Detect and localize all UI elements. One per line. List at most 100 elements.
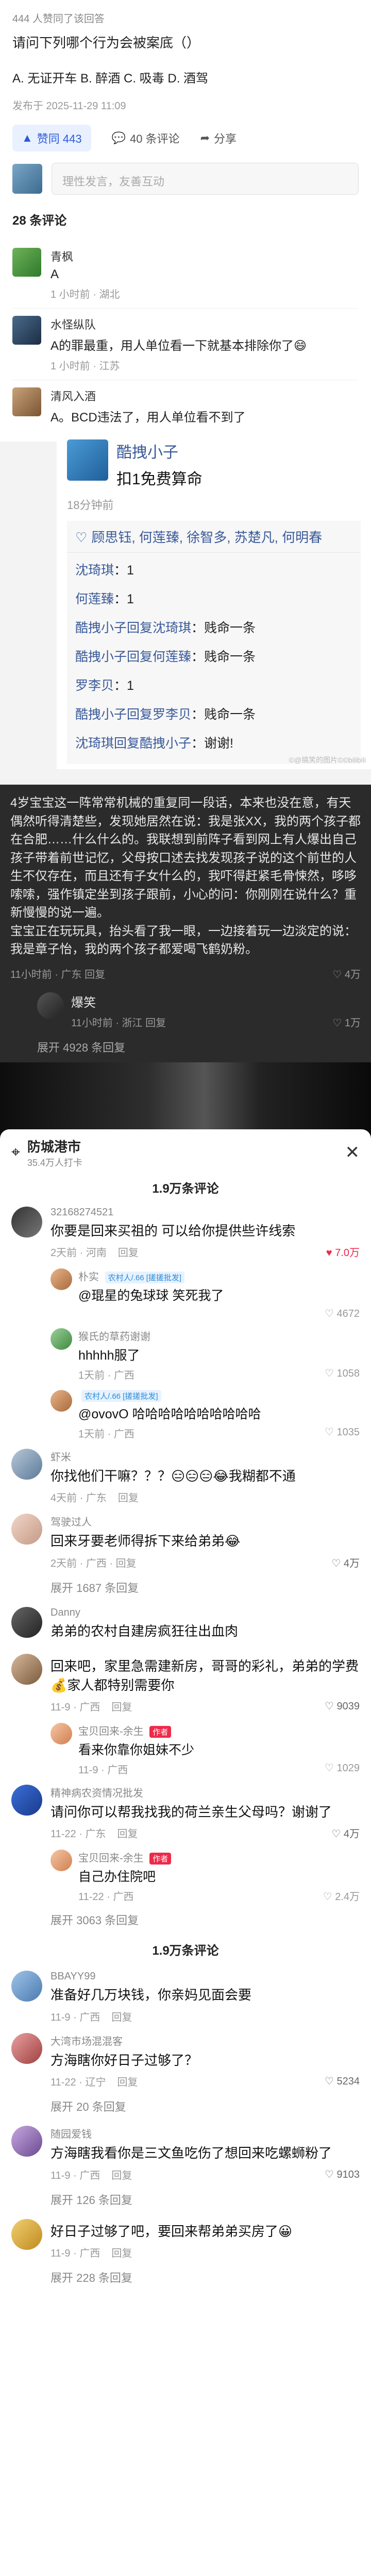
avatar[interactable] [11, 2126, 42, 2157]
like-count[interactable]: ♡ 4672 [325, 1307, 360, 1320]
comment-author[interactable]: 驾驶过人 [50, 1514, 360, 1529]
expand-replies-button[interactable]: 展开 3063 条回复 [50, 1911, 360, 1928]
comment-item: 回来吧，家里急需建新房，哥哥的彩礼，弟弟的学费💰家人都特别需要你 11-9 · … [11, 1654, 360, 1714]
expand-replies-button[interactable]: 展开 4928 条回复 [37, 1039, 361, 1055]
author-tag: 作者 [149, 1853, 172, 1865]
comment-text: A的罪最重，用人单位看一下就基本排除你了😄 [50, 339, 307, 353]
expand-replies-button[interactable]: 展开 20 条回复 [50, 2098, 360, 2114]
reply-line[interactable]: 酷拽小子回复沈琦琪：贱命一条 [75, 613, 352, 641]
comment-input[interactable]: 理性发言，友善互动 [52, 163, 359, 195]
comment-item: 大湾市场混混客 方海瞎你好日子过够了？ 11-22 · 辽宁 回复 ♡ 5234 [11, 2032, 360, 2089]
avatar[interactable] [37, 992, 64, 1019]
avatar[interactable] [11, 2032, 42, 2064]
reply-line[interactable]: 酷拽小子回复何莲臻：贱命一条 [75, 641, 352, 670]
comment-author[interactable]: 精神病农资情况批发 [50, 1785, 360, 1800]
avatar[interactable] [11, 1784, 42, 1816]
user-tag: 农村人/.66 [搓搓批发] [105, 1272, 185, 1284]
avatar[interactable] [12, 387, 41, 416]
expand-replies-button[interactable]: 展开 126 条回复 [50, 2191, 360, 2208]
comment-item: 32168274521 你要是回来买祖的 可以给你提供些许线索 2天前 · 河南… [11, 1206, 360, 1259]
reply-line[interactable]: 何莲臻：1 [75, 584, 352, 613]
dark-comment-post: 4岁宝宝这一阵常常机械的重复同一段话，本来也没在意，有天偶然听得清楚些，发现她居… [0, 785, 371, 1062]
comment-author[interactable]: 清风入酒 [50, 387, 246, 404]
quiz-answer-post: 444 人赞同了该回答 请问下列哪个行为会被案底（） A. 无证开车 B. 醉酒… [0, 0, 371, 442]
reply-line[interactable]: 沈琦琪：1 [75, 555, 352, 584]
avatar[interactable] [50, 1268, 72, 1291]
avatar[interactable] [11, 1971, 42, 2002]
poster-name[interactable]: 酷拽小子 [116, 439, 203, 462]
comment-author[interactable]: 虾米 [50, 1449, 360, 1464]
location-header: ⌖ 防城港市 35.4万人打卡 ✕ [11, 1137, 360, 1169]
reply-button[interactable]: 回复 [85, 969, 105, 980]
comment-button[interactable]: 💬 40 条评论 [112, 130, 180, 146]
reply-author[interactable]: 朴实 [78, 1272, 99, 1283]
avatar[interactable] [67, 439, 108, 481]
comment-author[interactable]: 青枫 [50, 248, 120, 264]
avatar[interactable] [12, 316, 41, 345]
comment-text: 方海瞎我看你是三文鱼吃伤了想回来吃螺蛳粉了 [50, 2145, 332, 2161]
reply-button[interactable]: 回复 [111, 2009, 132, 2024]
like-count[interactable]: ♡ 4万 [331, 1555, 360, 1570]
like-count[interactable]: ♥ 7.0万 [326, 1244, 360, 1259]
avatar[interactable] [11, 2218, 42, 2250]
reply-button[interactable]: 回复 [111, 2167, 132, 2182]
avatar[interactable] [11, 1654, 42, 1685]
reply-line[interactable]: 沈琦琪回复酷拽小子：谢谢! [75, 728, 352, 757]
dark-video-background [0, 1062, 371, 1140]
avatar[interactable] [50, 1850, 72, 1872]
avatar[interactable] [11, 1206, 42, 1238]
like-count[interactable]: ♡ 1万 [332, 1014, 361, 1029]
comment-author[interactable]: 32168274521 [50, 1207, 360, 1218]
like-count[interactable]: ♡ 1058 [325, 1367, 360, 1382]
reply-item: 爆笑 11小时前 · 浙江 回复 ♡ 1万 [37, 992, 361, 1029]
reply-author[interactable]: 猴氏的草药谢谢 [78, 1328, 360, 1343]
comment-text: A。BCD违法了，用人单位看不到了 [50, 411, 246, 425]
expand-replies-button[interactable]: 展开 1687 条回复 [50, 1579, 360, 1596]
comment-author[interactable]: 随园爱钱 [50, 2126, 360, 2141]
reply-button[interactable]: 回复 [111, 2245, 132, 2260]
expand-replies-button[interactable]: 展开 228 条回复 [50, 2269, 360, 2285]
checkin-count: 35.4万人打卡 [27, 1157, 82, 1168]
avatar[interactable] [50, 1390, 72, 1412]
comment-meta: 11小时前 · 广东 回复 ♡ 4万 [10, 966, 361, 981]
like-count[interactable]: ♡ 4万 [331, 1825, 360, 1840]
reply-button[interactable]: 回复 [117, 1825, 138, 1840]
location-name[interactable]: 防城港市 [27, 1137, 82, 1156]
like-count[interactable]: ♡ 5234 [325, 2075, 360, 2088]
action-bar: ▲ 赞同 443 💬 40 条评论 ➦ 分享 [12, 125, 359, 151]
like-count[interactable]: ♡ 2.4万 [323, 1888, 360, 1903]
comment-author[interactable]: Danny [50, 1607, 360, 1619]
like-count[interactable]: ♡ 1035 [325, 1426, 360, 1440]
question-options: A. 无证开车 B. 醉酒 C. 吸毒 D. 酒驾 [12, 72, 209, 86]
reply-author[interactable]: 宝贝回来-余生 [78, 1853, 144, 1864]
watermark: ©@搞笑的图片©©bilibili [289, 756, 366, 764]
avatar[interactable] [50, 1722, 72, 1744]
avatar[interactable] [11, 1514, 42, 1545]
reply-author[interactable]: 爆笑 [71, 992, 361, 1010]
sub-reply: 猴氏的草药谢谢 hhhhh服了 1天前 · 广西 ♡ 1058 [50, 1328, 360, 1382]
close-icon[interactable]: ✕ [345, 1142, 360, 1163]
moments-card: 酷拽小子 扣1免费算命 18分钟前 ♡ 顾思钰, 何莲臻, 徐智多, 苏楚凡, 何… [57, 439, 371, 769]
like-count[interactable]: ♡ 9039 [325, 1700, 360, 1713]
comment-icon: 💬 [111, 131, 126, 144]
share-button[interactable]: ➦ 分享 [200, 130, 237, 146]
reply-line[interactable]: 罗李贝：1 [75, 670, 352, 699]
avatar[interactable] [12, 248, 41, 277]
comment-author[interactable]: BBAYY99 [50, 1971, 360, 1982]
avatar[interactable] [50, 1328, 72, 1350]
reply-line[interactable]: 酷拽小子回复罗李贝：贱命一条 [75, 699, 352, 728]
avatar[interactable] [11, 1606, 42, 1638]
reply-button[interactable]: 回复 [118, 1489, 139, 1504]
reply-button[interactable]: 回复 [111, 1699, 132, 1714]
like-count[interactable]: ♡ 4万 [332, 966, 361, 981]
like-count[interactable]: ♡ 9103 [325, 2168, 360, 2181]
reply-button[interactable]: 回复 [117, 2074, 138, 2089]
reply-author[interactable]: 宝贝回来-余生 [78, 1726, 144, 1737]
comment-author[interactable]: 大湾市场混混客 [50, 2033, 360, 2048]
like-count[interactable]: ♡ 1029 [325, 1761, 360, 1776]
reply-button[interactable]: 回复 [118, 1244, 139, 1259]
comment-author[interactable]: 水怪纵队 [50, 316, 307, 332]
avatar[interactable] [11, 1449, 42, 1480]
reply-button[interactable]: 回复 [145, 1018, 166, 1029]
upvote-button[interactable]: ▲ 赞同 443 [12, 125, 91, 151]
